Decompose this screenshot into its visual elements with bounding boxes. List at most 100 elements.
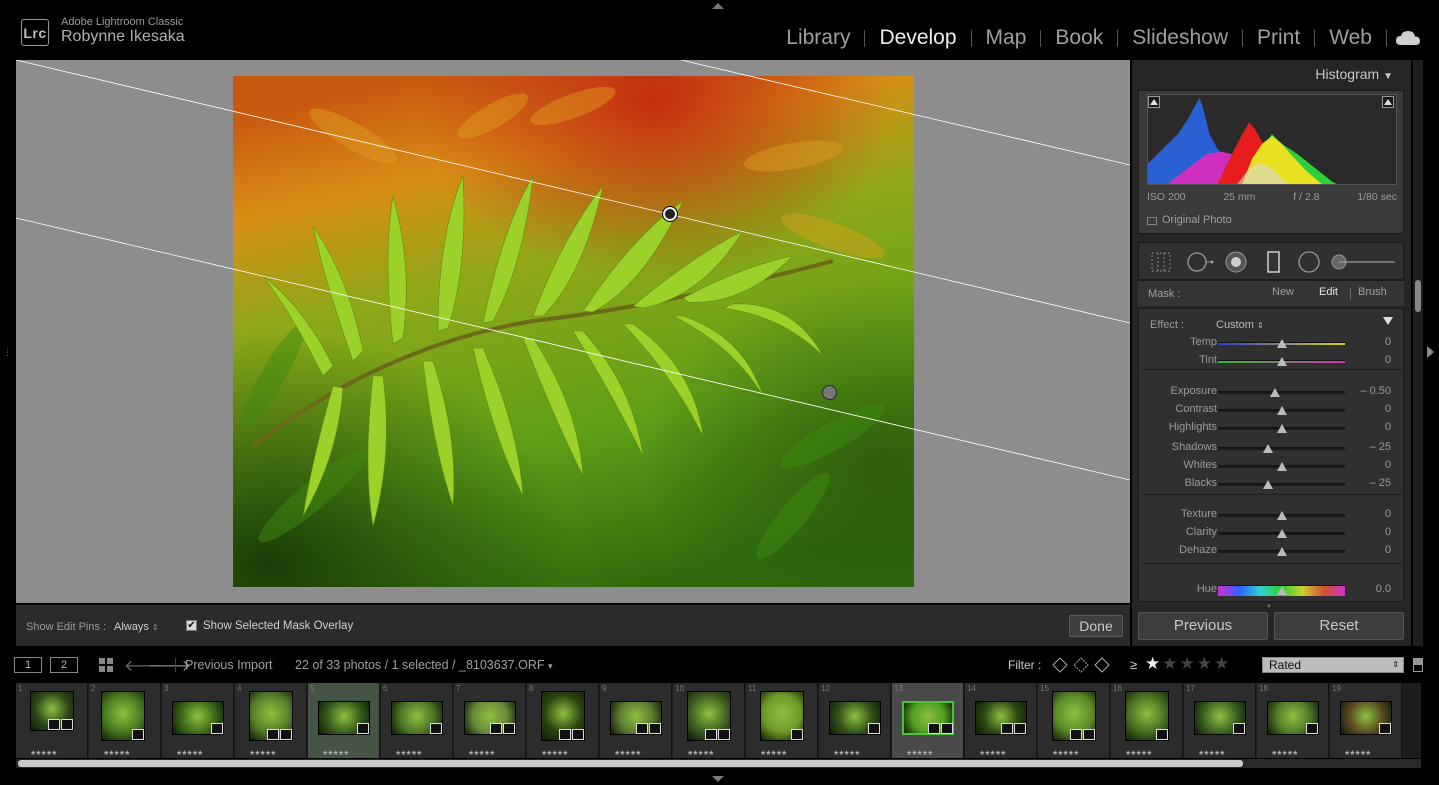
filmstrip-scroll-thumb[interactable] <box>18 760 1243 767</box>
slider-exposure-track[interactable] <box>1218 391 1345 394</box>
slider-tint[interactable]: Tint 0 <box>1139 352 1403 370</box>
slider-highlights-thumb[interactable] <box>1276 424 1287 433</box>
done-button[interactable]: Done <box>1069 615 1123 637</box>
filmstrip-thumbnail[interactable]: 3 ★★★★★ <box>162 683 234 758</box>
filmstrip[interactable]: 1 ★★★★★ 2 ★★★★★ 3 ★★★★★ 4 ★★★★★ 5 ★★★★★ 6 ★★★★★ 7 ★★★… <box>16 683 1421 758</box>
slider-temp-value[interactable]: 0 <box>1385 336 1391 348</box>
slider-dehaze[interactable]: Dehaze 0 <box>1139 542 1403 560</box>
histogram-header[interactable]: Histogram ▼ <box>1315 66 1393 82</box>
slider-dehaze-thumb[interactable] <box>1276 547 1287 556</box>
previous-button[interactable]: Previous <box>1138 612 1268 640</box>
slider-texture[interactable]: Texture 0 <box>1139 506 1403 524</box>
filmstrip-thumbnail[interactable]: 4 ★★★★★ <box>235 683 307 758</box>
slider-tint-value[interactable]: 0 <box>1385 354 1391 366</box>
star-icon-filled[interactable]: ★ <box>1145 654 1162 673</box>
highlight-clipping-icon[interactable] <box>1382 96 1394 108</box>
slider-contrast[interactable]: Contrast 0 <box>1139 401 1403 419</box>
rating-operator[interactable]: ≥ <box>1130 657 1137 672</box>
red-eye-icon[interactable] <box>1224 250 1248 274</box>
show-mask-overlay-label[interactable]: Show Selected Mask Overlay <box>203 620 353 632</box>
filmstrip-thumbnail[interactable]: 1 ★★★★★ <box>16 683 88 758</box>
graduated-filter-icon[interactable] <box>1261 250 1285 274</box>
slider-temp-thumb[interactable] <box>1276 339 1287 348</box>
right-panel-scroll-thumb[interactable] <box>1415 280 1421 312</box>
filmstrip-thumbnail[interactable]: 6 ★★★★★ <box>381 683 453 758</box>
filmstrip-scrollbar[interactable] <box>16 759 1421 768</box>
slider-hue-thumb[interactable] <box>1276 586 1287 595</box>
show-mask-overlay-checkbox[interactable]: ✔ <box>186 620 197 631</box>
slider-highlights[interactable]: Highlights 0 <box>1139 419 1403 437</box>
slider-texture-value[interactable]: 0 <box>1385 508 1391 520</box>
slider-whites[interactable]: Whites 0 <box>1139 457 1403 475</box>
top-panel-toggle-icon[interactable] <box>712 3 724 9</box>
slider-clarity[interactable]: Clarity 0 <box>1139 524 1403 542</box>
crop-overlay-icon[interactable] <box>1149 250 1173 274</box>
flag-filter-icons[interactable] <box>1052 657 1110 673</box>
module-slideshow[interactable]: Slideshow <box>1118 26 1242 50</box>
radial-filter-icon[interactable] <box>1297 250 1321 274</box>
mask-new-button[interactable]: New <box>1272 286 1294 298</box>
bottom-panel-toggle-icon[interactable] <box>712 776 724 782</box>
filmstrip-thumbnail[interactable]: 10 ★★★★★ <box>673 683 745 758</box>
primary-display-button[interactable]: 1 <box>14 657 42 673</box>
original-photo-checkbox[interactable] <box>1147 217 1157 225</box>
slider-shadows-track[interactable] <box>1218 447 1345 450</box>
filmstrip-thumbnail[interactable]: 8 ★★★★★ <box>527 683 599 758</box>
spot-removal-icon[interactable] <box>1186 250 1216 274</box>
slider-highlights-value[interactable]: 0 <box>1385 421 1391 433</box>
effect-preset-select[interactable]: Custom ⇕ <box>1216 319 1264 331</box>
slider-blacks-value[interactable]: – 25 <box>1370 477 1391 489</box>
module-map[interactable]: Map <box>972 26 1041 50</box>
left-panel-toggle-icon[interactable]: ⋮ <box>3 347 12 358</box>
loupe-view[interactable] <box>16 60 1130 603</box>
slider-contrast-value[interactable]: 0 <box>1385 403 1391 415</box>
slider-blacks-thumb[interactable] <box>1262 480 1273 489</box>
module-book[interactable]: Book <box>1041 26 1117 50</box>
slider-blacks[interactable]: Blacks – 25 <box>1139 475 1403 493</box>
graduated-filter-overlay[interactable] <box>16 60 1130 603</box>
cloud-icon[interactable] <box>1395 29 1421 47</box>
filmstrip-thumbnail[interactable]: 18 ★★★★★ <box>1257 683 1329 758</box>
filmstrip-thumbnail[interactable]: 13 ★★★★★ <box>892 683 964 758</box>
module-develop[interactable]: Develop <box>865 26 970 50</box>
filmstrip-thumbnail[interactable]: 15 ★★★★★ <box>1038 683 1110 758</box>
filmstrip-thumbnail[interactable]: 19 ★★★★★ <box>1330 683 1402 758</box>
original-photo-label[interactable]: Original Photo <box>1162 214 1232 226</box>
filmstrip-count[interactable]: 22 of 33 photos / 1 selected / _8103637.… <box>295 658 553 672</box>
slider-dehaze-value[interactable]: 0 <box>1385 544 1391 556</box>
slider-clarity-value[interactable]: 0 <box>1385 526 1391 538</box>
slider-whites-value[interactable]: 0 <box>1385 459 1391 471</box>
filmstrip-source[interactable]: Previous Import <box>185 658 273 672</box>
filmstrip-thumbnail[interactable]: 2 ★★★★★ <box>89 683 161 758</box>
slider-blacks-track[interactable] <box>1218 483 1345 486</box>
show-edit-pins-select[interactable]: Always ⇕ <box>114 621 159 633</box>
right-panel-scrollbar[interactable] <box>1413 60 1423 646</box>
slider-contrast-thumb[interactable] <box>1276 406 1287 415</box>
adjustment-brush-icon[interactable] <box>1329 250 1399 274</box>
slider-exposure[interactable]: Exposure – 0.50 <box>1139 383 1403 401</box>
mask-brush-button[interactable]: Brush <box>1358 286 1387 298</box>
star-icon-empty[interactable]: ★★★★ <box>1162 654 1231 673</box>
filmstrip-thumbnail[interactable]: 9 ★★★★★ <box>600 683 672 758</box>
slider-shadows-thumb[interactable] <box>1262 444 1273 453</box>
slider-hue[interactable]: Hue 0.0 <box>1139 581 1403 599</box>
effect-collapse-icon[interactable] <box>1383 317 1393 325</box>
filmstrip-thumbnail[interactable]: 14 ★★★★★ <box>965 683 1037 758</box>
slider-whites-thumb[interactable] <box>1276 462 1287 471</box>
shadow-clipping-icon[interactable] <box>1148 96 1160 108</box>
slider-hue-value[interactable]: 0.0 <box>1376 583 1391 595</box>
filmstrip-thumbnail[interactable]: 5 ★★★★★ <box>308 683 380 758</box>
filmstrip-thumbnail[interactable]: 12 ★★★★★ <box>819 683 891 758</box>
filter-switch-icon[interactable] <box>1413 658 1423 672</box>
module-print[interactable]: Print <box>1243 26 1314 50</box>
slider-exposure-thumb[interactable] <box>1270 388 1281 397</box>
histogram-graph[interactable] <box>1147 94 1397 185</box>
mask-edit-button[interactable]: Edit <box>1319 286 1338 298</box>
slider-shadows-value[interactable]: – 25 <box>1370 441 1391 453</box>
filmstrip-thumbnail[interactable]: 17 ★★★★★ <box>1184 683 1256 758</box>
slider-shadows[interactable]: Shadows – 25 <box>1139 439 1403 457</box>
module-web[interactable]: Web <box>1315 26 1386 50</box>
slider-temp[interactable]: Temp 0 <box>1139 334 1403 352</box>
mask-pin-selected[interactable] <box>663 207 677 221</box>
reset-button[interactable]: Reset <box>1274 612 1404 640</box>
